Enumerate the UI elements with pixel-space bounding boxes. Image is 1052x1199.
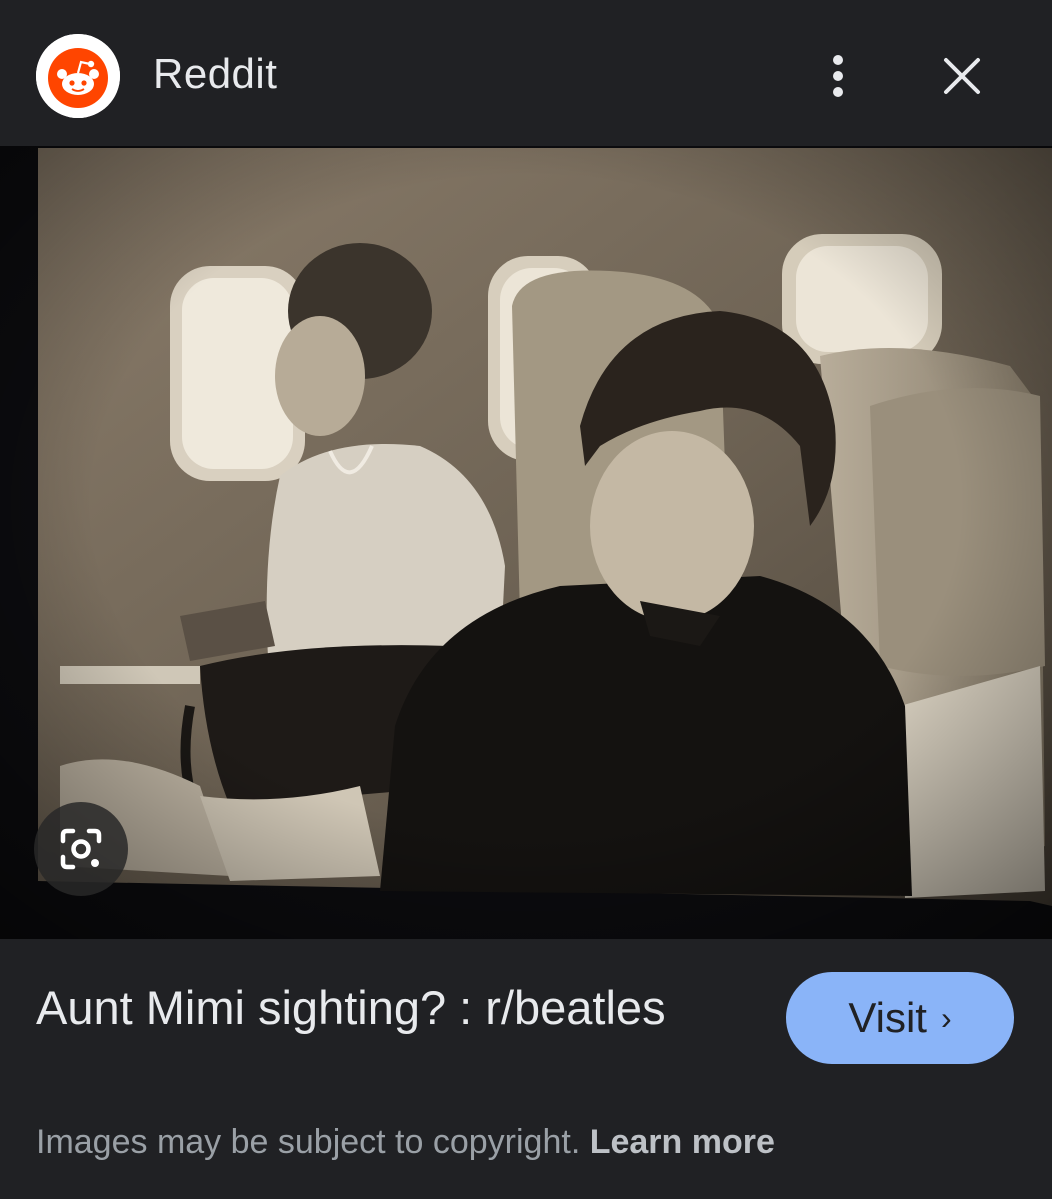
copyright-text: Images may be subject to copyright. xyxy=(36,1123,581,1161)
image-preview[interactable] xyxy=(0,146,1052,939)
reddit-snoo-icon xyxy=(36,34,120,118)
more-vert-icon xyxy=(833,55,843,97)
visit-label: Visit xyxy=(848,994,927,1041)
learn-more-link[interactable]: Learn more xyxy=(590,1123,775,1161)
site-name: Reddit xyxy=(153,50,278,97)
close-button[interactable] xyxy=(934,48,990,104)
image-viewer: Reddit Aunt Mimi sighting?: r/beatles V… xyxy=(0,0,1052,1199)
copyright-notice: Images may be subject to copyright. Lear… xyxy=(36,1123,775,1162)
header: Reddit xyxy=(0,0,1052,146)
result-title[interactable]: Aunt Mimi sighting? : r/beatles xyxy=(36,977,756,1039)
more-options-button[interactable] xyxy=(812,48,864,104)
post-photo xyxy=(0,146,1052,939)
chevron-right-icon: › xyxy=(940,999,952,1036)
google-lens-icon xyxy=(60,828,102,870)
site-logo[interactable] xyxy=(36,34,120,118)
lens-search-button[interactable] xyxy=(34,802,128,896)
result-info: Aunt Mimi sighting? : r/beatles Visit › … xyxy=(0,939,1052,1199)
visit-button[interactable]: Visit › xyxy=(786,972,1014,1064)
close-icon xyxy=(944,58,980,94)
